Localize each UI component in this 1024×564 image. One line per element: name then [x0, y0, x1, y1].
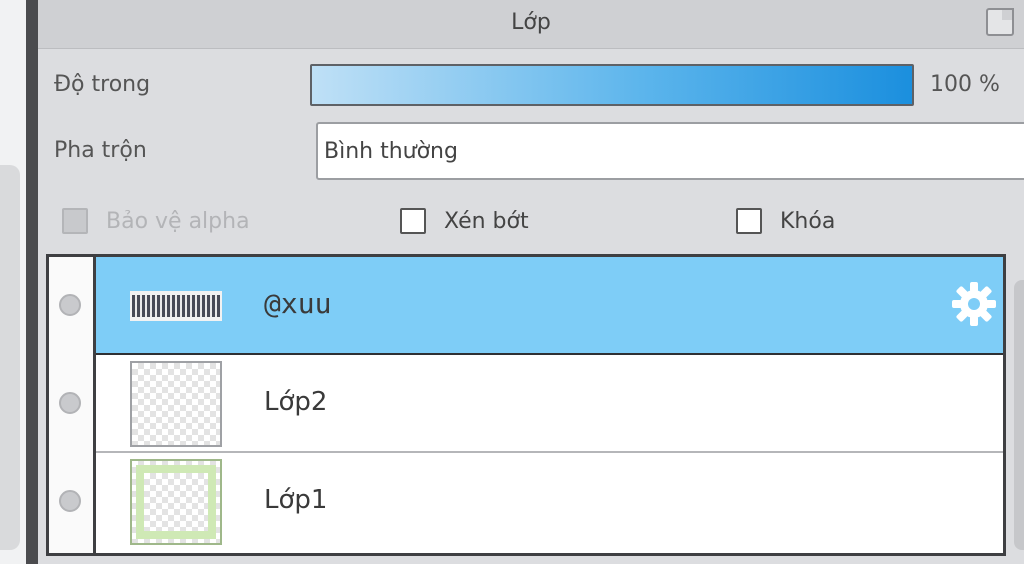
clipping-label: Xén bớt — [444, 208, 529, 234]
layer-row[interactable]: Lớp2 — [59, 355, 1003, 453]
visibility-toggle[interactable] — [59, 294, 81, 316]
protect-alpha-label: Bảo vệ alpha — [106, 208, 250, 234]
panel-title: Lớp — [511, 10, 551, 35]
blend-mode-select[interactable]: Bình thường ▾ — [316, 122, 1024, 180]
layer-name: @xuu — [264, 287, 332, 320]
clipping-box — [400, 208, 426, 234]
layer-name: Lớp2 — [264, 387, 328, 417]
visibility-toggle[interactable] — [59, 392, 81, 414]
lock-box — [736, 208, 762, 234]
layer-list: @xuu Lớp2 Lớp1 — [46, 254, 1006, 556]
popout-icon[interactable] — [986, 8, 1014, 36]
panel-border — [26, 0, 38, 564]
clipping-checkbox[interactable]: Xén bớt — [400, 205, 529, 237]
layer-name: Lớp1 — [264, 485, 328, 515]
opacity-slider[interactable] — [310, 64, 914, 106]
scrollbar[interactable] — [1014, 280, 1024, 550]
layer-thumbnail — [130, 291, 222, 321]
opacity-value: 100 % — [930, 72, 1000, 97]
layer-row[interactable]: @xuu — [59, 257, 1003, 355]
lock-checkbox[interactable]: Khóa — [736, 205, 835, 237]
opacity-slider-fill — [312, 66, 912, 104]
lock-label: Khóa — [780, 208, 836, 234]
layer-panel: Lớp Độ trong 100 % Pha trộn Bình thường … — [38, 0, 1024, 564]
layer-thumbnail — [130, 459, 222, 545]
background-left — [0, 0, 26, 564]
layer-thumbnail — [130, 361, 222, 447]
panel-title-bar: Lớp — [38, 0, 1024, 49]
gear-icon[interactable] — [949, 279, 999, 329]
protect-alpha-checkbox[interactable]: Bảo vệ alpha — [62, 205, 250, 237]
opacity-label: Độ trong — [54, 72, 151, 97]
blend-mode-label: Pha trộn — [54, 138, 147, 163]
protect-alpha-box — [62, 208, 88, 234]
layer-row[interactable]: Lớp1 — [59, 453, 1003, 551]
blend-mode-value: Bình thường — [324, 139, 458, 164]
visibility-toggle[interactable] — [59, 490, 81, 512]
side-handle — [0, 165, 20, 550]
